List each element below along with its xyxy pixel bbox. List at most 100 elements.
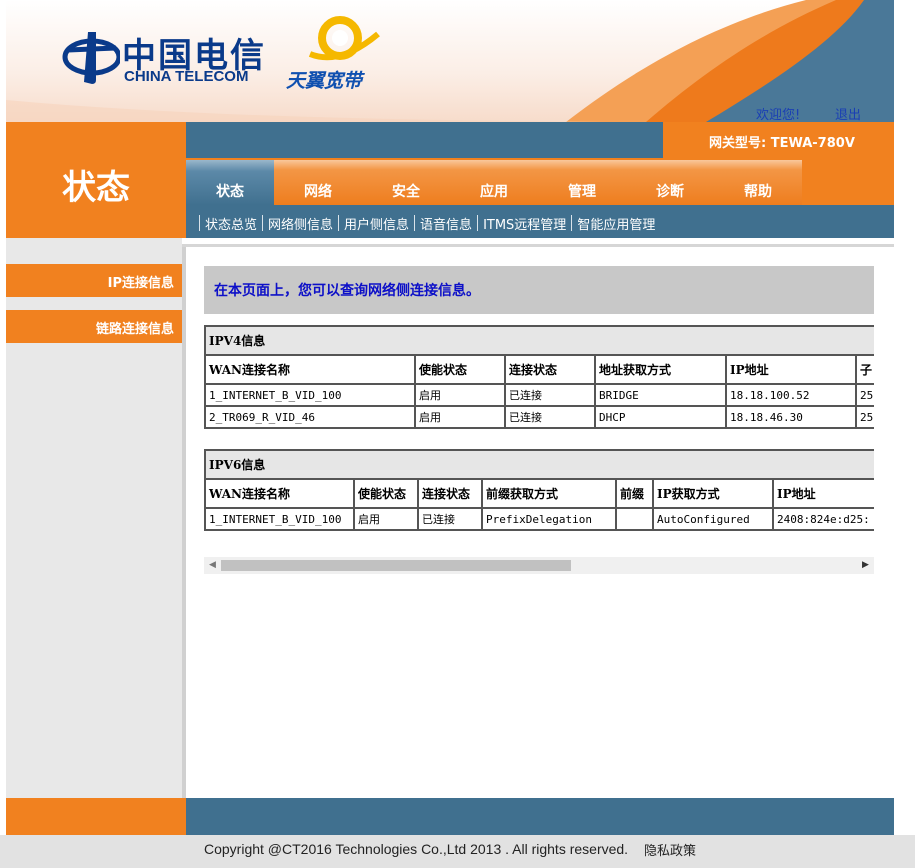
copyright-text: Copyright @CT2016 Technologies Co.,Ltd 2… [204,841,629,857]
tab-label: 状态 [216,184,244,200]
info-text: 在本页面上，您可以查询网络侧连接信息。 [214,283,480,299]
section-title: 状态 [62,168,130,208]
column-header: IP获取方式 [652,478,774,509]
table-cell: 已连接 [504,405,596,429]
main-content: 在本页面上，您可以查询网络侧连接信息。 IPV4信息 WAN连接名称 使能状态 … [186,247,894,798]
column-header: 前缀 [615,478,654,509]
subnav-itms-remote-management[interactable]: ITMS远程管理 [483,214,566,233]
table-cell: PrefixDelegation [481,507,617,531]
table-cell: 25 [855,405,874,429]
tab-label: 管理 [568,184,596,200]
tab-security[interactable]: 安全 [362,160,450,205]
tab-label: 诊断 [656,184,684,200]
table-cell: 启用 [353,507,419,531]
tab-application[interactable]: 应用 [450,160,538,205]
column-header: 使能状态 [353,478,419,509]
china-telecom-logo-icon [62,32,120,84]
subnav-status-overview[interactable]: 状态总览 [205,214,257,233]
table-cell: AutoConfigured [652,507,774,531]
table-cell: 已连接 [417,507,483,531]
sub-navigation: 状态总览 网络侧信息 用户侧信息 语音信息 ITMS远程管理 智能应用管理 [194,213,655,233]
horizontal-scrollbar[interactable]: ◀ ▶ [204,557,874,574]
table-row: 1_INTERNET_B_VID_100 启用 已连接 PrefixDelega… [204,507,874,531]
column-header: 子 [855,354,874,385]
column-header: 前缀获取方式 [481,478,617,509]
gateway-model-box: 网关型号: TEWA-780V [663,122,894,158]
subnav-separator [477,215,479,231]
column-header: IP地址 [772,478,874,509]
main-tabs: 状态 网络 安全 应用 管理 诊断 帮助 [186,160,802,205]
subnav-separator [338,215,340,231]
subnav-separator [414,215,416,231]
brand-english-name: CHINA TELECOM [124,68,249,85]
tab-label: 网络 [304,184,332,200]
column-header: 连接状态 [504,354,596,385]
column-header: WAN连接名称 [204,354,416,385]
logout-link[interactable]: 退出 [835,104,861,122]
sidebar-item-label: 链路连接信息 [95,322,174,337]
column-header: IP地址 [725,354,857,385]
column-header: 连接状态 [417,478,483,509]
tab-status[interactable]: 状态 [186,160,274,205]
footer-blue-block [186,798,894,835]
gateway-model-text: 网关型号: TEWA-780V [709,136,855,151]
table-cell: 25 [855,383,874,407]
router-status-page: 中国电信 CHINA TELECOM 天翼宽带 欢迎您! 退出 状态 网关型号:… [0,0,915,868]
ipv6-caption: IPV6信息 [204,449,874,480]
china-telecom-logo: 中国电信 CHINA TELECOM [62,28,264,90]
table-cell: BRIDGE [594,383,727,407]
section-title-block: 状态 [6,122,186,238]
welcome-text: 欢迎您! [756,108,801,122]
ipv6-header-row: WAN连接名称 使能状态 连接状态 前缀获取方式 前缀 IP获取方式 IP地址 [204,478,874,509]
header-banner: 中国电信 CHINA TELECOM 天翼宽带 欢迎您! 退出 [6,0,894,122]
scrollbar-thumb[interactable] [221,560,571,571]
ipv4-caption: IPV4信息 [204,325,874,356]
tab-management[interactable]: 管理 [538,160,626,205]
table-cell: 启用 [414,405,506,429]
navigation-area: 网关型号: TEWA-780V 状态 网络 安全 应用 管理 诊断 帮助 状态总… [186,122,894,238]
privacy-policy-link[interactable]: 隐私政策 [644,840,696,859]
tab-network[interactable]: 网络 [274,160,362,205]
ipv4-header-row: WAN连接名称 使能状态 连接状态 地址获取方式 IP地址 子 [204,354,874,385]
tianyi-swirl-icon [308,16,380,61]
table-cell: 启用 [414,383,506,407]
sidebar-item-label: IP连接信息 [107,276,174,291]
column-header: WAN连接名称 [204,478,355,509]
sidebar-item-link-connection-info[interactable]: 链路连接信息 [6,310,186,343]
subnav-network-side-info[interactable]: 网络侧信息 [268,214,333,233]
tab-diagnosis[interactable]: 诊断 [626,160,714,205]
footer-orange-block [6,798,186,835]
ipv4-table: IPV4信息 WAN连接名称 使能状态 连接状态 地址获取方式 IP地址 子 1… [204,325,874,429]
table-cell: 2_TR069_R_VID_46 [204,405,416,429]
table-cell: 18.18.100.52 [725,383,857,407]
subnav-user-side-info[interactable]: 用户侧信息 [344,214,409,233]
table-row: 1_INTERNET_B_VID_100 启用 已连接 BRIDGE 18.18… [204,383,874,407]
subnav-voice-info[interactable]: 语音信息 [420,214,472,233]
table-cell [615,507,654,531]
ipv6-caption-row: IPV6信息 [204,449,874,480]
ipv6-table: IPV6信息 WAN连接名称 使能状态 连接状态 前缀获取方式 前缀 IP获取方… [204,449,874,531]
table-cell: 1_INTERNET_B_VID_100 [204,507,355,531]
subnav-separator [262,215,264,231]
sidebar-item-ip-connection-info[interactable]: IP连接信息 [6,264,186,297]
table-cell: 2408:824e:d25: [772,507,874,531]
table-cell: DHCP [594,405,727,429]
ipv6-table-container: IPV6信息 WAN连接名称 使能状态 连接状态 前缀获取方式 前缀 IP获取方… [204,449,874,537]
product-brand-name: 天翼宽带 [286,70,363,92]
subnav-smart-app-management[interactable]: 智能应用管理 [577,214,655,233]
scroll-right-arrow-icon[interactable]: ▶ [857,557,874,574]
column-header: 地址获取方式 [594,354,727,385]
tab-label: 帮助 [744,184,772,200]
tab-help[interactable]: 帮助 [714,160,802,205]
info-banner: 在本页面上，您可以查询网络侧连接信息。 [204,266,874,314]
column-header: 使能状态 [414,354,506,385]
table-cell: 18.18.46.30 [725,405,857,429]
subnav-separator [571,215,573,231]
scroll-left-arrow-icon[interactable]: ◀ [204,557,221,574]
subnav-separator [199,215,200,231]
tianyi-broadband-logo: 天翼宽带 [286,14,386,94]
ipv4-caption-row: IPV4信息 [204,325,874,356]
left-sidebar: IP连接信息 链路连接信息 [6,238,186,798]
footer-bar: Copyright @CT2016 Technologies Co.,Ltd 2… [0,835,915,868]
tab-label: 应用 [480,184,508,200]
